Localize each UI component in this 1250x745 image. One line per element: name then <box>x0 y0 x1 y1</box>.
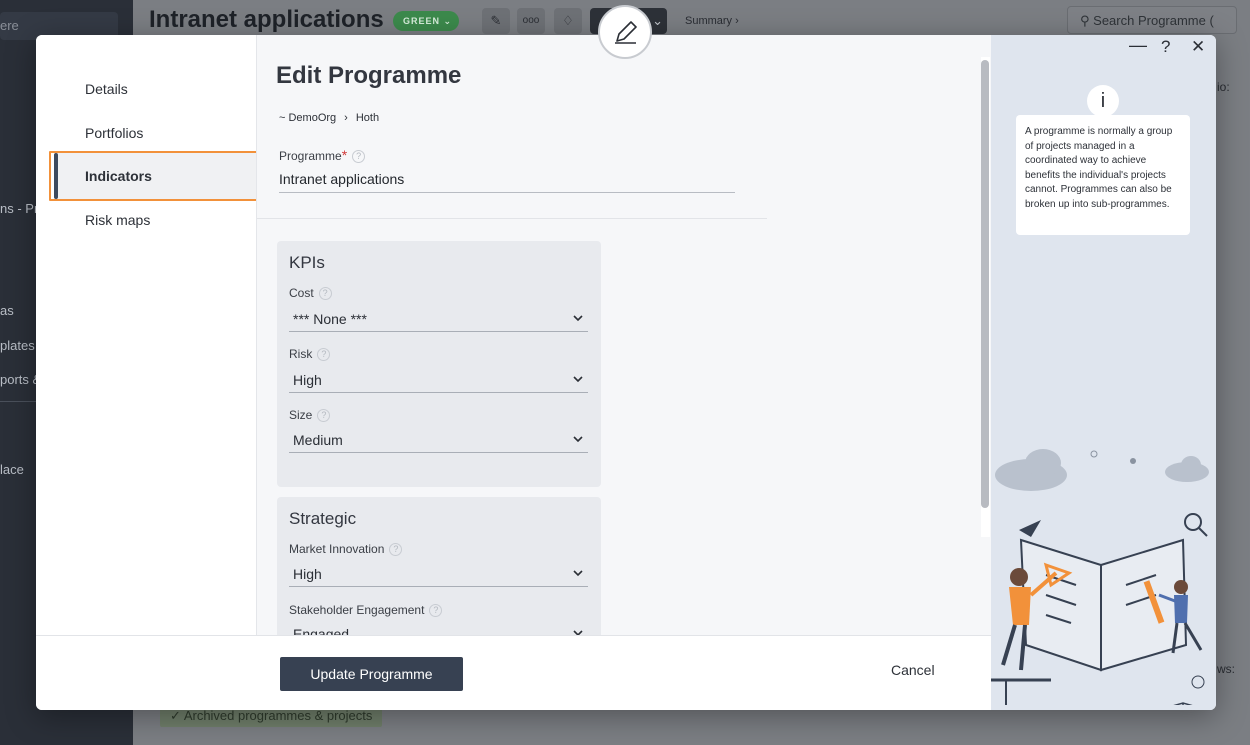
required-marker: * <box>341 147 348 163</box>
more-tool-button[interactable]: ooo <box>517 8 545 34</box>
strategic-title: Strategic <box>289 509 357 528</box>
sidebar-divider <box>0 401 40 402</box>
size-select[interactable]: Medium <box>289 427 588 453</box>
edit-programme-modal: Details Portfolios Indicators Risk maps … <box>36 35 1216 710</box>
tag-tool-button[interactable]: ♢ <box>554 8 582 34</box>
stakeholder-engagement-label: Stakeholder Engagement? <box>289 603 443 618</box>
nav-item-details[interactable]: Details <box>85 81 128 97</box>
chevron-right-icon: › <box>344 112 348 124</box>
chevron-down-icon: ⌄ <box>443 16 453 26</box>
risk-label: Risk? <box>289 347 331 362</box>
modal-footer: Update Programme Cancel <box>36 635 991 710</box>
update-programme-button[interactable]: Update Programme <box>280 657 463 691</box>
programme-label: Programme*? <box>279 147 366 164</box>
status-badge[interactable]: GREEN ⌄ <box>393 11 459 31</box>
input-underline <box>279 192 735 193</box>
info-panel: — ? ✕ A programme is normally a group of… <box>991 35 1216 710</box>
minimize-icon[interactable]: — <box>1129 35 1147 56</box>
check-icon: ✓ <box>170 708 181 723</box>
tab-fragment: io: <box>1217 80 1230 94</box>
form-scrollbar[interactable] <box>981 60 989 508</box>
nav-item-risk-maps[interactable]: Risk maps <box>85 212 150 228</box>
chevron-down-icon <box>573 630 583 635</box>
help-icon[interactable]: ? <box>318 287 332 301</box>
help-icon[interactable]: ? <box>317 348 331 362</box>
chevron-down-icon <box>573 436 583 443</box>
cost-select[interactable]: *** None *** <box>289 306 588 332</box>
market-innovation-select[interactable]: High <box>289 561 588 587</box>
search-icon: ⚲ <box>1080 13 1090 28</box>
nav-item-portfolios[interactable]: Portfolios <box>85 125 143 141</box>
help-tip-text: A programme is normally a group of proje… <box>1025 126 1173 210</box>
chevron-down-icon <box>573 315 583 322</box>
summary-link[interactable]: Summary › <box>685 15 739 27</box>
breadcrumb: ~ DemoOrg › Hoth <box>279 112 379 124</box>
help-icon[interactable]: ? <box>389 543 403 557</box>
breadcrumb-org[interactable]: ~ DemoOrg <box>279 112 336 124</box>
help-icon[interactable]: ? <box>317 409 331 423</box>
edit-tool-button[interactable]: ✎ <box>482 8 510 34</box>
stakeholder-engagement-select[interactable]: Engaged <box>289 621 588 635</box>
sidebar-item[interactable]: plates <box>0 338 35 353</box>
strategic-card: Strategic Market Innovation? High Stakeh… <box>277 497 601 635</box>
page-title: Intranet applications <box>149 6 384 33</box>
programme-name-input[interactable]: Intranet applications <box>279 171 404 187</box>
sidebar-item[interactable]: ports & <box>0 372 41 387</box>
chevron-down-icon: ⌄ <box>652 13 663 28</box>
chevron-down-icon <box>573 376 583 383</box>
modal-nav: Details Portfolios Indicators Risk maps <box>36 35 262 635</box>
market-innovation-label: Market Innovation? <box>289 542 403 557</box>
pencil-icon <box>615 21 637 44</box>
help-icon[interactable]: ? <box>352 150 366 164</box>
tag-icon: ♢ <box>562 13 574 28</box>
kpis-title: KPIs <box>289 253 325 272</box>
cancel-button[interactable]: Cancel <box>891 662 935 678</box>
focus-highlight <box>49 151 262 201</box>
help-icon[interactable]: ? <box>429 604 443 618</box>
chevron-down-icon <box>573 570 583 577</box>
kpis-card: KPIs Cost? *** None *** Risk? High Size?… <box>277 241 601 487</box>
edit-mode-badge <box>598 5 652 59</box>
programme-search-input[interactable]: ⚲ Search Programme ( <box>1067 6 1237 34</box>
breadcrumb-hoth[interactable]: Hoth <box>356 112 379 124</box>
form-divider <box>257 218 767 219</box>
close-icon[interactable]: ✕ <box>1191 37 1205 57</box>
info-icon: i <box>1087 85 1119 117</box>
rows-label: ws: <box>1217 662 1235 676</box>
modal-form: Edit Programme ~ DemoOrg › Hoth Programme*… <box>256 35 992 635</box>
size-label: Size? <box>289 408 331 423</box>
programme-illustration <box>991 449 1209 705</box>
form-title: Edit Programme <box>276 62 462 89</box>
risk-select[interactable]: High <box>289 367 588 393</box>
pencil-icon: ✎ <box>490 13 502 28</box>
cost-label: Cost? <box>289 286 332 301</box>
help-tip: A programme is normally a group of proje… <box>1016 115 1190 235</box>
help-icon[interactable]: ? <box>1161 37 1170 57</box>
sidebar-item[interactable]: lace <box>0 462 24 477</box>
sidebar-item[interactable]: as <box>0 303 14 318</box>
